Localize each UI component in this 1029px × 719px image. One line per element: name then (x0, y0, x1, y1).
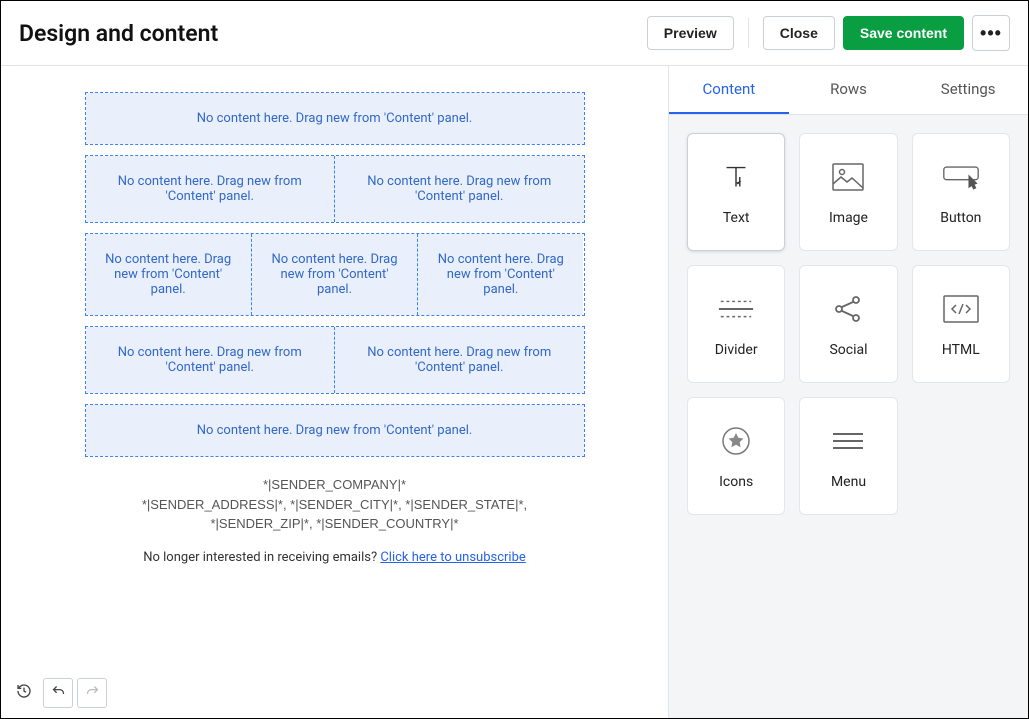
block-html[interactable]: HTML (912, 265, 1010, 383)
icons-icon (717, 422, 755, 460)
cell-empty[interactable]: No content here. Drag new from 'Content'… (86, 327, 335, 393)
block-label: Divider (715, 342, 758, 358)
header-actions: Preview Close Save content ••• (647, 15, 1010, 51)
row-1col[interactable]: No content here. Drag new from 'Content'… (85, 92, 585, 145)
cell-empty[interactable]: No content here. Drag new from 'Content'… (86, 93, 584, 144)
footer-line: *|SENDER_COMPANY|* (85, 475, 585, 495)
row-1col[interactable]: No content here. Drag new from 'Content'… (85, 404, 585, 457)
block-label: Button (940, 210, 981, 226)
block-label: Social (829, 342, 867, 358)
undo-icon (51, 684, 66, 703)
footer-merge-tags: *|SENDER_COMPANY|* *|SENDER_ADDRESS|*, *… (85, 475, 585, 534)
divider-icon (717, 290, 755, 328)
image-icon (829, 158, 867, 196)
cell-empty[interactable]: No content here. Drag new from 'Content'… (334, 327, 584, 393)
redo-icon (85, 684, 100, 703)
email-canvas: No content here. Drag new from 'Content'… (85, 92, 585, 565)
cell-empty[interactable]: No content here. Drag new from 'Content'… (417, 234, 583, 315)
block-button[interactable]: Button (912, 133, 1010, 251)
footer-line: *|SENDER_ADDRESS|*, *|SENDER_CITY|*, *|S… (85, 495, 585, 515)
header: Design and content Preview Close Save co… (1, 1, 1028, 66)
history-button[interactable] (9, 678, 39, 708)
cell-empty[interactable]: No content here. Drag new from 'Content'… (334, 156, 584, 222)
tab-settings[interactable]: Settings (908, 66, 1028, 114)
sidebar-tabs: Content Rows Settings (669, 66, 1028, 115)
button-icon (942, 158, 980, 196)
cell-empty[interactable]: No content here. Drag new from 'Content'… (86, 156, 335, 222)
close-button[interactable]: Close (763, 16, 835, 50)
tab-content[interactable]: Content (669, 66, 789, 114)
block-social[interactable]: Social (799, 265, 897, 383)
block-label: HTML (942, 342, 980, 358)
text-icon (717, 158, 755, 196)
redo-button[interactable] (77, 678, 107, 708)
footer-unsubscribe: No longer interested in receiving emails… (85, 550, 585, 565)
block-text[interactable]: Text (687, 133, 785, 251)
block-label: Menu (831, 474, 866, 490)
unsubscribe-link[interactable]: Click here to unsubscribe (380, 550, 525, 565)
block-divider[interactable]: Divider (687, 265, 785, 383)
social-icon (829, 290, 867, 328)
block-label: Text (723, 210, 750, 226)
save-button[interactable]: Save content (843, 16, 964, 50)
row-2col[interactable]: No content here. Drag new from 'Content'… (85, 326, 585, 394)
sidebar: Content Rows Settings Text Image (668, 66, 1028, 718)
cell-empty[interactable]: No content here. Drag new from 'Content'… (251, 234, 417, 315)
footer-line: *|SENDER_ZIP|*, *|SENDER_COUNTRY|* (85, 514, 585, 534)
block-label: Image (829, 210, 868, 226)
preview-button[interactable]: Preview (647, 16, 734, 50)
cell-empty[interactable]: No content here. Drag new from 'Content'… (86, 234, 251, 315)
history-bar (9, 678, 107, 708)
row-2col[interactable]: No content here. Drag new from 'Content'… (85, 155, 585, 223)
cell-empty[interactable]: No content here. Drag new from 'Content'… (86, 405, 584, 456)
canvas-area: No content here. Drag new from 'Content'… (1, 66, 668, 718)
main: No content here. Drag new from 'Content'… (1, 66, 1028, 718)
block-image[interactable]: Image (799, 133, 897, 251)
block-icons[interactable]: Icons (687, 397, 785, 515)
content-blocks: Text Image Button Divider (669, 115, 1028, 533)
undo-button[interactable] (43, 678, 73, 708)
block-label: Icons (719, 474, 753, 490)
unsub-prefix: No longer interested in receiving emails… (143, 550, 380, 565)
html-icon (942, 290, 980, 328)
row-3col[interactable]: No content here. Drag new from 'Content'… (85, 233, 585, 316)
divider (748, 18, 749, 48)
tab-rows[interactable]: Rows (789, 66, 909, 114)
history-icon (16, 683, 32, 703)
page-title: Design and content (19, 20, 647, 47)
block-menu[interactable]: Menu (799, 397, 897, 515)
more-button[interactable]: ••• (972, 15, 1010, 51)
menu-icon (829, 422, 867, 460)
